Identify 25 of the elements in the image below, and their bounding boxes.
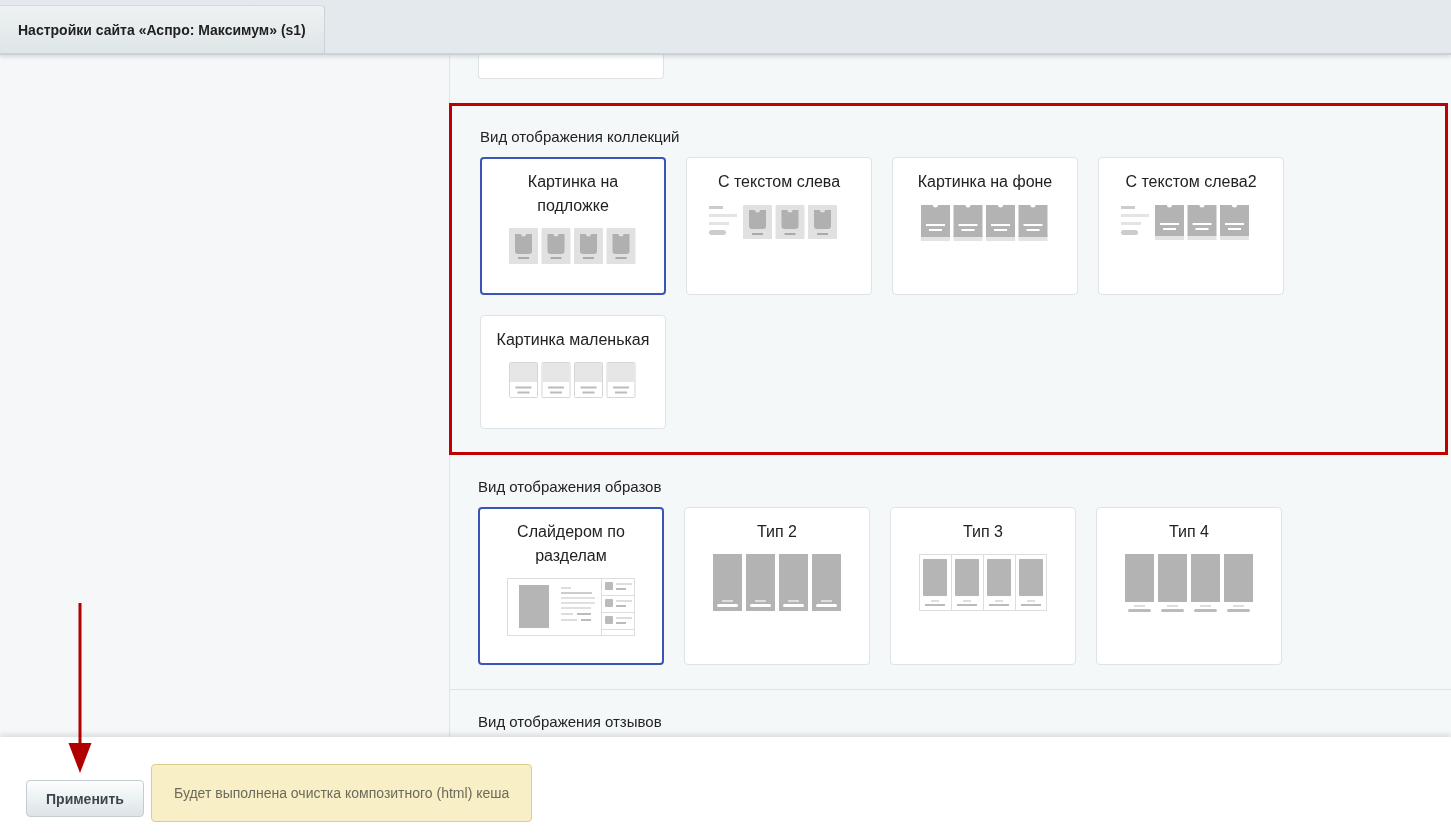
option-card[interactable]: Картинка на фоне bbox=[892, 157, 1078, 295]
settings-tab[interactable]: Настройки сайта «Аспро: Максимум» (s1) bbox=[0, 5, 325, 53]
option-label: Тип 2 bbox=[757, 522, 797, 542]
section-title: Вид отображения коллекций bbox=[480, 127, 681, 147]
section-title: Вид отображения образов bbox=[478, 477, 663, 497]
option-label: Картинка на фоне bbox=[917, 172, 1053, 192]
option-card[interactable]: Тип 3 bbox=[890, 507, 1076, 665]
option-card[interactable]: Слайдером по разделам bbox=[478, 507, 664, 665]
option-card[interactable]: Картинка маленькая bbox=[480, 315, 666, 429]
option-card[interactable] bbox=[478, 55, 664, 79]
option-label: Тип 4 bbox=[1169, 522, 1209, 542]
apply-button[interactable]: Применить bbox=[26, 780, 144, 817]
option-card[interactable]: Тип 2 bbox=[684, 507, 870, 665]
option-card[interactable]: С текстом слева bbox=[686, 157, 872, 295]
option-card[interactable]: Тип 4 bbox=[1096, 507, 1282, 665]
cache-notice: Будет выполнена очистка композитного (html) кеша bbox=[151, 763, 533, 822]
option-label: Картинка на подложке bbox=[526, 172, 620, 216]
option-label: С текстом слева bbox=[717, 172, 841, 192]
option-label: Слайдером по разделам bbox=[516, 522, 626, 566]
option-card[interactable]: Картинка на подложке bbox=[480, 157, 666, 295]
option-label: Тип 3 bbox=[963, 522, 1003, 542]
section-title: Вид отображения отзывов bbox=[478, 712, 663, 732]
option-card[interactable]: С текстом слева2 bbox=[1098, 157, 1284, 295]
option-label: С текстом слева2 bbox=[1125, 172, 1257, 192]
option-label: Картинка маленькая bbox=[496, 330, 650, 350]
